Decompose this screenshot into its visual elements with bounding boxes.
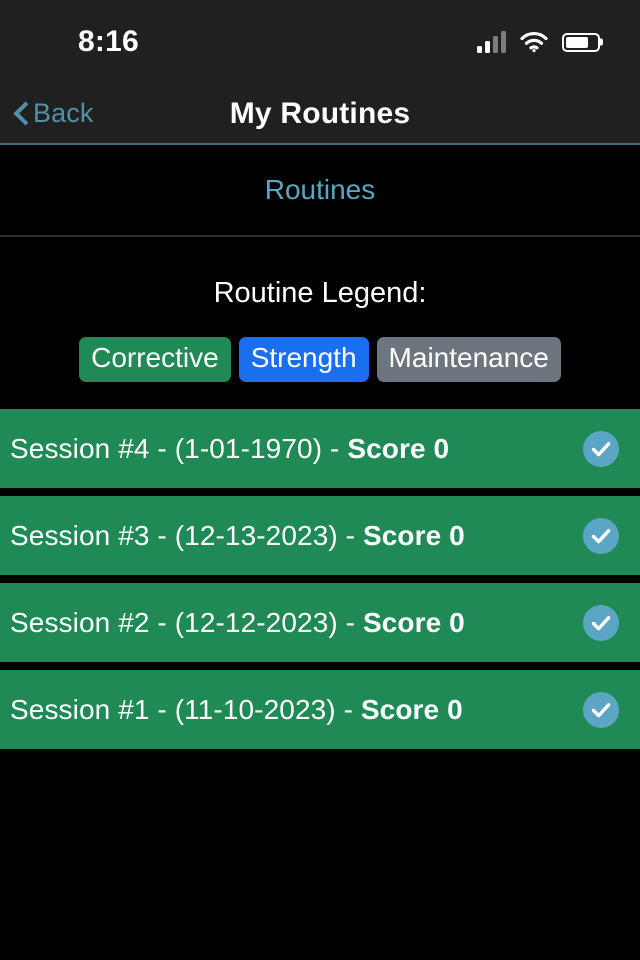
status-bar: 8:16: [0, 0, 640, 84]
session-row-label: Session #2 - (12-12-2023) - Score 0: [10, 607, 465, 639]
status-bar-time: 8:16: [78, 25, 139, 58]
check-circle-icon[interactable]: [583, 691, 619, 728]
tab-bar: Routines: [0, 145, 640, 237]
session-row[interactable]: Session #2 - (12-12-2023) - Score 0: [0, 583, 640, 663]
app-root: 8:16 Back My Routines Routines Routine L…: [0, 0, 640, 960]
navigation-bar: Back My Routines: [0, 84, 640, 145]
session-row-title: Session #4 - (1-01-1970) -: [10, 432, 348, 464]
session-row-title: Session #3 - (12-13-2023) -: [10, 519, 363, 551]
legend-badge-corrective[interactable]: Corrective: [79, 337, 231, 383]
legend-badge-maintenance[interactable]: Maintenance: [376, 337, 561, 383]
check-circle-icon[interactable]: [583, 430, 619, 467]
legend-badge-strength[interactable]: Strength: [238, 337, 369, 383]
session-row-score: Score 0: [362, 606, 465, 638]
page-title: My Routines: [229, 96, 411, 130]
cellular-signal-icon: [477, 31, 506, 53]
routine-legend-section: Routine Legend: Corrective Strength Main…: [0, 237, 640, 383]
back-button-label: Back: [33, 98, 94, 128]
session-row-score: Score 0: [362, 519, 465, 551]
session-row-score: Score 0: [360, 693, 463, 725]
session-row-label: Session #4 - (1-01-1970) - Score 0: [10, 433, 449, 465]
session-row-score: Score 0: [347, 432, 450, 464]
session-row[interactable]: Session #1 - (11-10-2023) - Score 0: [0, 670, 640, 750]
session-row[interactable]: Session #4 - (1-01-1970) - Score 0: [0, 409, 640, 489]
wifi-icon: [520, 31, 548, 53]
routine-legend-badges: Corrective Strength Maintenance: [0, 337, 640, 383]
check-circle-icon[interactable]: [583, 604, 619, 641]
session-row-label: Session #3 - (12-13-2023) - Score 0: [10, 520, 465, 552]
empty-area: [0, 749, 640, 960]
session-row[interactable]: Session #3 - (12-13-2023) - Score 0: [0, 496, 640, 576]
routine-legend-title: Routine Legend:: [213, 277, 427, 309]
session-list: Session #4 - (1-01-1970) - Score 0 Sessi…: [0, 409, 640, 750]
back-button[interactable]: Back: [14, 98, 93, 129]
session-row-title: Session #1 - (11-10-2023) -: [10, 693, 361, 725]
chevron-left-icon: [14, 101, 29, 127]
session-row-title: Session #2 - (12-12-2023) -: [10, 606, 363, 638]
tab-routines[interactable]: Routines: [251, 168, 390, 212]
session-row-label: Session #1 - (11-10-2023) - Score 0: [10, 694, 463, 726]
battery-icon: [562, 32, 600, 52]
check-circle-icon[interactable]: [583, 517, 619, 554]
status-bar-icons: [477, 31, 600, 53]
